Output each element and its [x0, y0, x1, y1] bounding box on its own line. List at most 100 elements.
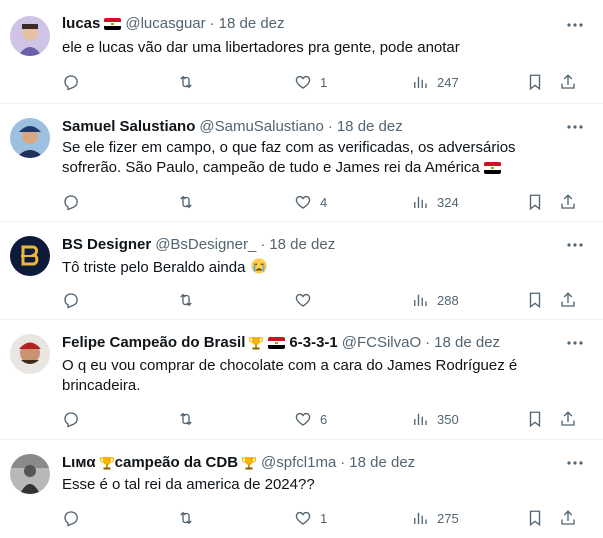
- like-button[interactable]: [294, 290, 320, 310]
- tweet-text: Esse é o tal rei da america de 2024??: [62, 476, 315, 493]
- tweet[interactable]: Samuel Salustiano @SamuSalustiano · 18 d…: [0, 104, 603, 222]
- bookmark-icon: [526, 291, 544, 309]
- bookmark-button[interactable]: [526, 290, 544, 310]
- display-name[interactable]: Felipe Campeão do Brasil: [62, 333, 245, 353]
- tweet-text-line: Se ele fizer em campo, o que faz com as …: [62, 139, 516, 156]
- like-button[interactable]: 6: [294, 409, 327, 429]
- like-button[interactable]: 4: [294, 192, 327, 212]
- like-count: 4: [320, 194, 328, 210]
- share-icon: [559, 410, 577, 428]
- tweet-text-span: sofrerão. São Paulo, campeão de tudo e J…: [62, 159, 480, 176]
- retweet-button[interactable]: [177, 72, 203, 92]
- retweet-button[interactable]: [177, 409, 203, 429]
- more-horizontal-icon[interactable]: [565, 333, 585, 353]
- heart-icon: [294, 410, 312, 428]
- heart-icon: [294, 291, 312, 309]
- tweet-actions: 1 275: [62, 508, 592, 528]
- user-handle[interactable]: @BsDesigner_: [155, 235, 256, 255]
- share-icon: [559, 193, 577, 211]
- share-button[interactable]: [559, 192, 577, 212]
- share-button[interactable]: [559, 72, 577, 92]
- retweet-icon: [177, 410, 195, 428]
- reply-icon: [62, 410, 80, 428]
- views-button[interactable]: 288: [411, 290, 459, 310]
- retweet-button[interactable]: [177, 290, 203, 310]
- share-button[interactable]: [559, 409, 577, 429]
- bookmark-icon: [526, 410, 544, 428]
- views-count: 247: [437, 74, 459, 90]
- user-handle[interactable]: @lucasguar: [125, 14, 205, 34]
- heart-icon: [294, 73, 312, 91]
- tweet[interactable]: Felipe Campeão do Brasil 6-3-3-1 @FCSilv…: [0, 320, 603, 440]
- trophy-emoji-icon: [248, 335, 264, 351]
- separator-dot: ·: [260, 236, 266, 253]
- heart-icon: [294, 193, 312, 211]
- share-button[interactable]: [559, 508, 577, 528]
- tweet[interactable]: BS Designer @BsDesigner_ · 18 de dez Tô …: [0, 222, 603, 320]
- views-button[interactable]: 275: [411, 508, 459, 528]
- avatar[interactable]: [10, 118, 50, 158]
- tweet-date[interactable]: 18 de dez: [337, 117, 403, 137]
- more-horizontal-icon[interactable]: [565, 453, 585, 473]
- tweet-text: Tô triste pelo Beraldo ainda: [62, 257, 562, 278]
- bookmark-icon: [526, 193, 544, 211]
- more-horizontal-icon[interactable]: [565, 235, 585, 255]
- display-name[interactable]: BS Designer: [62, 235, 151, 255]
- display-name[interactable]: Lιмα: [62, 453, 96, 473]
- display-name[interactable]: Samuel Salustiano: [62, 117, 195, 137]
- retweet-icon: [177, 509, 195, 527]
- reply-button[interactable]: [62, 72, 88, 92]
- reply-button[interactable]: [62, 508, 88, 528]
- user-handle[interactable]: @spfcl1ma: [261, 453, 336, 473]
- reply-button[interactable]: [62, 290, 88, 310]
- flag-emoji-icon: [268, 337, 286, 349]
- avatar[interactable]: [10, 454, 50, 494]
- like-count: 1: [320, 510, 328, 526]
- tweet-date[interactable]: 18 de dez: [434, 333, 500, 353]
- more-horizontal-icon[interactable]: [565, 15, 585, 35]
- tweet[interactable]: lucas @lucasguar · 18 de dez ele e lucas…: [0, 0, 603, 104]
- retweet-button[interactable]: [177, 192, 203, 212]
- trophy-emoji-icon: [99, 455, 115, 471]
- retweet-icon: [177, 73, 195, 91]
- like-button[interactable]: 1: [294, 72, 327, 92]
- reply-button[interactable]: [62, 409, 88, 429]
- crying-face-emoji-icon: [250, 257, 268, 275]
- avatar[interactable]: [10, 16, 50, 56]
- tweet-header: Felipe Campeão do Brasil 6-3-3-1 @FCSilv…: [62, 333, 563, 353]
- retweet-button[interactable]: [177, 508, 203, 528]
- tweet-actions: 1 247: [62, 72, 592, 92]
- display-name-suffix: 6-3-3-1: [289, 334, 338, 351]
- views-button[interactable]: 324: [411, 192, 459, 212]
- avatar[interactable]: [10, 334, 50, 374]
- views-count: 288: [437, 292, 459, 308]
- views-count: 324: [437, 194, 459, 210]
- user-handle[interactable]: @FCSilvaO: [342, 333, 421, 353]
- tweet-text-line: brincadeira.: [62, 377, 141, 394]
- trophy-emoji-icon: [241, 455, 257, 471]
- display-name[interactable]: lucas: [62, 14, 100, 34]
- tweet-header: Samuel Salustiano @SamuSalustiano · 18 d…: [62, 117, 563, 137]
- bookmark-button[interactable]: [526, 192, 544, 212]
- tweet-text-line: O q eu vou comprar de chocolate com a ca…: [62, 357, 518, 374]
- views-button[interactable]: 350: [411, 409, 459, 429]
- separator-dot: ·: [340, 454, 346, 471]
- share-button[interactable]: [559, 290, 577, 310]
- user-handle[interactable]: @SamuSalustiano: [199, 117, 323, 137]
- more-horizontal-icon[interactable]: [565, 117, 585, 137]
- tweet-date[interactable]: 18 de dez: [269, 235, 335, 255]
- bookmark-button[interactable]: [526, 409, 544, 429]
- views-button[interactable]: 247: [411, 72, 459, 92]
- tweet-actions: 288: [62, 290, 592, 310]
- reply-icon: [62, 291, 80, 309]
- like-button[interactable]: 1: [294, 508, 327, 528]
- bookmark-button[interactable]: [526, 72, 544, 92]
- tweet-date[interactable]: 18 de dez: [349, 453, 415, 473]
- heart-icon: [294, 509, 312, 527]
- tweet[interactable]: Lιмα campeão da CDB @spfcl1ma · 18 de de…: [0, 440, 603, 538]
- avatar[interactable]: [10, 236, 50, 276]
- views-icon: [411, 73, 429, 91]
- bookmark-button[interactable]: [526, 508, 544, 528]
- reply-button[interactable]: [62, 192, 88, 212]
- tweet-date[interactable]: 18 de dez: [219, 14, 285, 34]
